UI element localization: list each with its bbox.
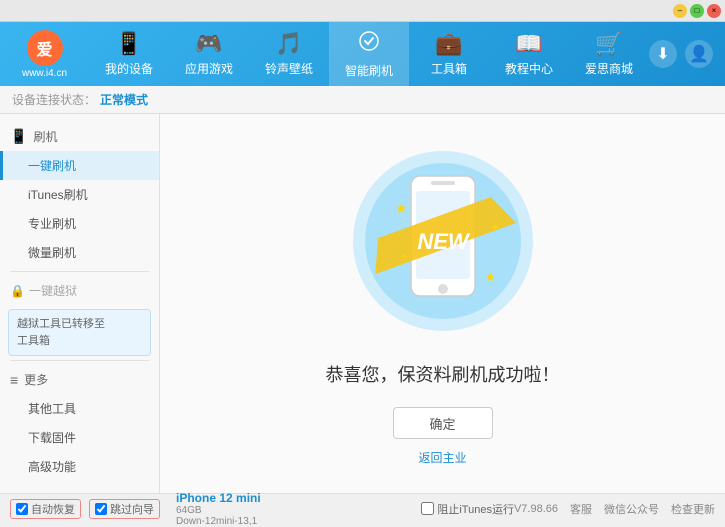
main-layout: 📱 刷机 一键刷机 iTunes刷机 专业刷机 微量刷机 🔒 一键越狱 越狱工具…	[0, 114, 725, 493]
sidebar: 📱 刷机 一键刷机 iTunes刷机 专业刷机 微量刷机 🔒 一键越狱 越狱工具…	[0, 114, 160, 493]
nav-item-wallpaper[interactable]: 🎵 铃声壁纸	[249, 22, 329, 86]
sidebar-locked-jailbreak: 🔒 一键越狱	[0, 276, 159, 305]
logo-icon: 爱	[27, 30, 63, 66]
success-title: 恭喜您，保资料刷机成功啦！	[326, 361, 560, 387]
close-button[interactable]: ×	[707, 4, 721, 18]
bottom-bar: 自动恢复 跳过向导 iPhone 12 mini 64GB Down-12min…	[0, 493, 725, 523]
skip-wizard-checkbox[interactable]: 跳过向导	[89, 499, 160, 519]
confirm-button[interactable]: 确定	[393, 407, 493, 439]
nav-item-app-game[interactable]: 🎮 应用游戏	[169, 22, 249, 86]
tutorial-icon: 📖	[515, 31, 542, 57]
version-info: V7.98.66	[514, 503, 558, 515]
itunes-checkbox[interactable]	[421, 502, 434, 515]
svg-text:★: ★	[395, 200, 408, 216]
flash-section-icon: 📱	[10, 128, 27, 145]
top-navigation: 爱 www.i4.cn 📱 我的设备 🎮 应用游戏 🎵 铃声壁纸 智能刷机 💼	[0, 22, 725, 86]
store-label: 爱思商城	[585, 60, 633, 77]
sidebar-item-download-firmware[interactable]: 下载固件	[0, 423, 159, 452]
skip-wizard-input[interactable]	[95, 503, 107, 515]
svg-text:✦: ✦	[401, 252, 408, 261]
sidebar-section-flash: 📱 刷机	[0, 122, 159, 151]
maximize-button[interactable]: □	[690, 4, 704, 18]
app-game-label: 应用游戏	[185, 60, 233, 77]
nav-item-toolbox[interactable]: 💼 工具箱	[409, 22, 489, 86]
lock-icon: 🔒	[10, 284, 25, 298]
wallpaper-label: 铃声壁纸	[265, 60, 313, 77]
info-text: 越狱工具已转移至工具箱	[17, 318, 105, 347]
more-section-icon: ≡	[10, 372, 18, 388]
logo-area: 爱 www.i4.cn	[0, 22, 89, 86]
device-capacity: 64GB	[176, 505, 261, 516]
bottom-left: 自动恢复 跳过向导 iPhone 12 mini 64GB Down-12min…	[10, 491, 421, 527]
sidebar-item-advanced[interactable]: 高级功能	[0, 452, 159, 481]
sidebar-item-pro-flash[interactable]: 专业刷机	[0, 209, 159, 238]
flash-section-label: 刷机	[33, 128, 57, 145]
wallpaper-icon: 🎵	[275, 31, 302, 57]
nav-right-actions: ⬇ 👤	[649, 40, 725, 68]
svg-text:NEW: NEW	[417, 229, 471, 254]
tutorial-label: 教程中心	[505, 60, 553, 77]
app-game-icon: 🎮	[195, 31, 222, 57]
more-section-label: 更多	[24, 371, 48, 388]
title-bar: – □ ×	[0, 0, 725, 22]
sidebar-item-other-tools[interactable]: 其他工具	[0, 394, 159, 423]
sidebar-info-box: 越狱工具已转移至工具箱	[8, 309, 151, 356]
toolbox-icon: 💼	[435, 31, 462, 57]
support-link[interactable]: 客服	[570, 501, 592, 517]
sidebar-divider-1	[10, 271, 149, 272]
store-icon: 🛒	[595, 31, 622, 57]
sidebar-item-itunes-flash[interactable]: iTunes刷机	[0, 180, 159, 209]
svg-text:✦: ✦	[491, 223, 499, 234]
smart-shop-label: 智能刷机	[345, 62, 393, 79]
device-name: iPhone 12 mini	[176, 491, 261, 505]
status-label: 设备连接状态：	[12, 91, 96, 108]
wechat-link[interactable]: 微信公众号	[604, 501, 659, 517]
content-area: NEW ★ ✦ ✦ ★ 恭喜您，保资料刷机成功啦！ 确定 返回主业	[160, 114, 725, 493]
nav-items: 📱 我的设备 🎮 应用游戏 🎵 铃声壁纸 智能刷机 💼 工具箱 📖	[89, 22, 649, 86]
sidebar-item-reduce-flash[interactable]: 微量刷机	[0, 238, 159, 267]
phone-illustration: NEW ★ ✦ ✦ ★	[343, 141, 543, 341]
nav-item-tutorial[interactable]: 📖 教程中心	[489, 22, 569, 86]
my-device-icon: 📱	[115, 31, 142, 57]
status-value: 正常模式	[100, 91, 148, 108]
device-info: iPhone 12 mini 64GB Down-12mini-13,1	[176, 491, 261, 527]
user-button[interactable]: 👤	[685, 40, 713, 68]
locked-label: 一键越狱	[29, 282, 77, 299]
device-model: Down-12mini-13,1	[176, 516, 261, 527]
skip-wizard-label: 跳过向导	[110, 501, 154, 517]
sidebar-item-one-click-flash[interactable]: 一键刷机	[0, 151, 159, 180]
svg-text:★: ★	[485, 270, 496, 284]
smart-shop-icon	[357, 29, 381, 59]
bottom-right: V7.98.66 客服 微信公众号 检查更新	[514, 501, 715, 517]
toolbox-label: 工具箱	[431, 60, 467, 77]
nav-item-my-device[interactable]: 📱 我的设备	[89, 22, 169, 86]
check-update-link[interactable]: 检查更新	[671, 501, 715, 517]
nav-item-store[interactable]: 🛒 爱思商城	[569, 22, 649, 86]
sidebar-section-more: ≡ 更多	[0, 365, 159, 394]
auto-restore-input[interactable]	[16, 503, 28, 515]
logo-url: www.i4.cn	[22, 68, 67, 79]
auto-restore-label: 自动恢复	[31, 501, 75, 517]
my-device-label: 我的设备	[105, 60, 153, 77]
itunes-status: 阻止iTunes运行	[421, 501, 514, 517]
minimize-button[interactable]: –	[673, 4, 687, 18]
status-bar: 设备连接状态： 正常模式	[0, 86, 725, 114]
itunes-status-label: 阻止iTunes运行	[437, 501, 514, 517]
nav-item-smart-shop[interactable]: 智能刷机	[329, 22, 409, 86]
sidebar-divider-2	[10, 360, 149, 361]
back-home-link[interactable]: 返回主业	[418, 449, 466, 466]
auto-restore-checkbox[interactable]: 自动恢复	[10, 499, 81, 519]
download-button[interactable]: ⬇	[649, 40, 677, 68]
